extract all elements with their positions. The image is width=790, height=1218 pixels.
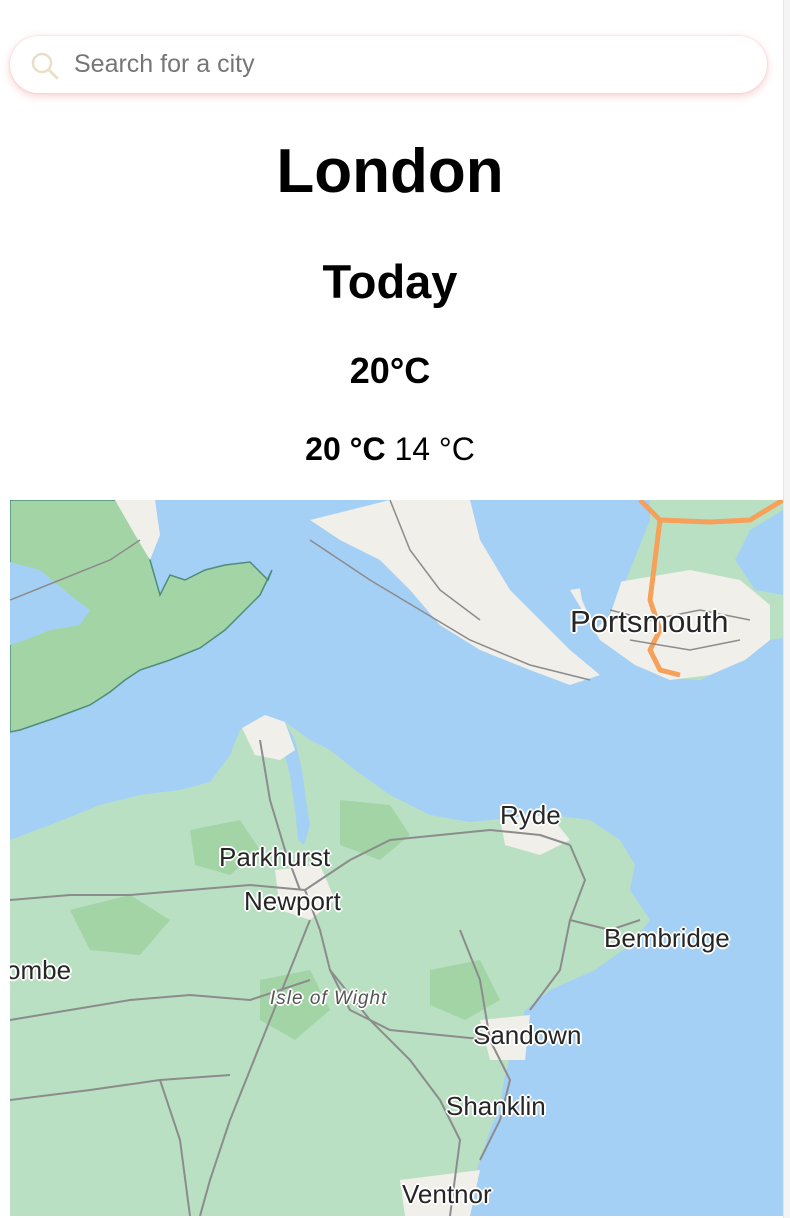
min-temperature: 14 °C bbox=[394, 431, 475, 467]
map-label-isle-of-wight: Isle of Wight bbox=[270, 988, 388, 1009]
map-label-portsmouth: Portsmouth bbox=[570, 604, 729, 639]
map-label-ventnor: Ventnor bbox=[402, 1179, 492, 1209]
map-view[interactable]: Portsmouth Ryde Parkhurst Newport Bembri… bbox=[10, 500, 783, 1216]
map-label-newport: Newport bbox=[244, 886, 341, 916]
current-temperature: 20°C bbox=[349, 350, 431, 391]
map-label-ryde: Ryde bbox=[500, 800, 561, 830]
temperature-range: 20 °C 14 °C bbox=[0, 430, 780, 468]
map-label-yarmouth-partial: ombe bbox=[10, 955, 72, 985]
city-title: London bbox=[276, 137, 504, 206]
search-input[interactable] bbox=[74, 44, 744, 84]
max-temperature: 20 °C bbox=[305, 431, 386, 467]
map-label-parkhurst: Parkhurst bbox=[219, 842, 331, 872]
day-title: Today bbox=[322, 255, 458, 308]
page-scrollbar-edge bbox=[783, 0, 790, 1218]
search-icon bbox=[31, 52, 59, 80]
map-label-bembridge: Bembridge bbox=[604, 923, 730, 953]
map-label-sandown: Sandown bbox=[473, 1020, 582, 1050]
search-bar[interactable] bbox=[10, 36, 767, 93]
map-label-shanklin: Shanklin bbox=[446, 1091, 546, 1121]
